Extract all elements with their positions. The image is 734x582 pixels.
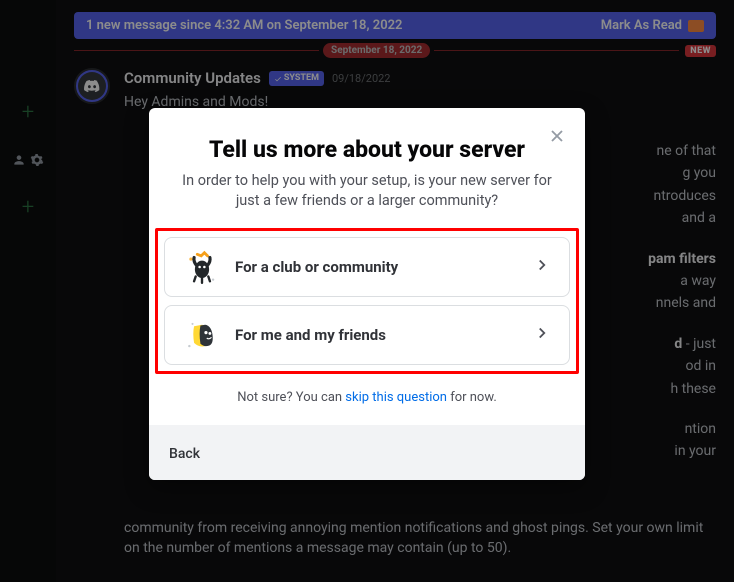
skip-link[interactable]: skip this question	[345, 390, 447, 405]
modal-footer: Back	[149, 425, 585, 480]
close-button[interactable]	[547, 126, 567, 150]
community-icon	[183, 248, 221, 286]
option-friends[interactable]: For me and my friends	[164, 305, 570, 365]
modal-title: Tell us more about your server	[173, 136, 561, 163]
modal-subtitle: In order to help you with your setup, is…	[173, 171, 561, 210]
server-type-modal: Tell us more about your server In order …	[149, 108, 585, 480]
option-label: For a club or community	[235, 258, 519, 276]
chevron-right-icon	[533, 256, 551, 278]
back-button[interactable]: Back	[169, 446, 200, 462]
option-club-community[interactable]: For a club or community	[164, 237, 570, 297]
modal-overlay: Tell us more about your server In order …	[0, 0, 734, 582]
annotation-highlight: For a club or community	[155, 228, 579, 374]
chevron-right-icon	[533, 324, 551, 346]
friends-icon	[183, 316, 221, 354]
skip-row: Not sure? You can skip this question for…	[149, 376, 585, 425]
option-label: For me and my friends	[235, 326, 519, 344]
